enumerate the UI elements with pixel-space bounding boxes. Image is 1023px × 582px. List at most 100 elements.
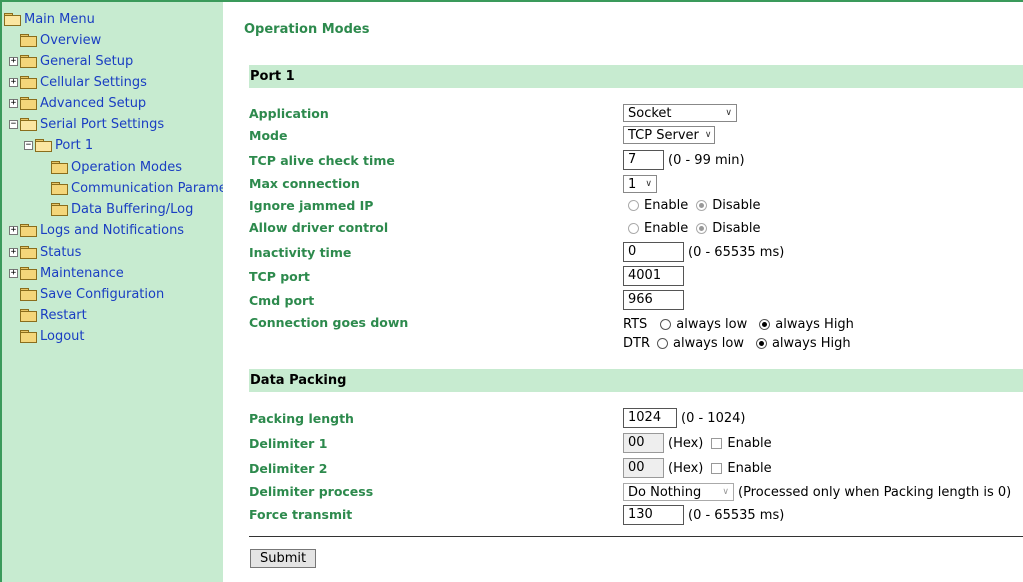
expand-plus-icon[interactable]: + bbox=[9, 98, 18, 108]
delimiter2-enable-checkbox[interactable] bbox=[711, 462, 723, 474]
sidebar-menu: Main Menu Overview + General Setup + Cel… bbox=[0, 2, 223, 582]
sidebar-item-save-configuration[interactable]: Save Configuration bbox=[9, 284, 164, 304]
folder-icon bbox=[20, 288, 37, 301]
folder-open-icon bbox=[4, 13, 21, 26]
sidebar-item-operation-modes[interactable]: Operation Modes bbox=[40, 157, 182, 177]
sidebar-item-main-menu[interactable]: Main Menu bbox=[4, 9, 95, 29]
cmd-port-label: Cmd port bbox=[249, 293, 315, 308]
chevron-down-icon: ∨ bbox=[725, 108, 732, 118]
max-connection-value: 1 bbox=[628, 176, 637, 192]
dtr-high-radio[interactable] bbox=[755, 338, 767, 349]
sidebar-item-logout[interactable]: Logout bbox=[9, 326, 85, 346]
folder-icon bbox=[20, 309, 37, 322]
folder-icon bbox=[51, 161, 68, 174]
allow-driver-enable-label: Enable bbox=[644, 221, 689, 236]
sidebar-item-label[interactable]: Logout bbox=[40, 329, 85, 344]
inactivity-hint: (0 - 65535 ms) bbox=[688, 244, 785, 260]
max-connection-label: Max connection bbox=[249, 176, 360, 191]
sidebar-item-label[interactable]: Port 1 bbox=[55, 138, 93, 153]
delimiter2-input[interactable]: 00 bbox=[623, 458, 664, 478]
sidebar-item-restart[interactable]: Restart bbox=[9, 305, 87, 325]
rts-label: RTS bbox=[623, 317, 648, 332]
collapse-minus-icon[interactable]: − bbox=[24, 140, 33, 150]
section-header-port: Port 1 bbox=[249, 65, 1023, 88]
delimiter1-input[interactable]: 00 bbox=[623, 433, 664, 453]
sidebar-item-logs-notifications[interactable]: + Logs and Notifications bbox=[9, 220, 184, 240]
packing-length-input[interactable]: 1024 bbox=[623, 408, 677, 428]
allow-driver-disable-radio[interactable] bbox=[696, 223, 708, 234]
delimiter1-label: Delimiter 1 bbox=[249, 436, 328, 451]
sidebar-item-label[interactable]: Main Menu bbox=[24, 12, 95, 27]
sidebar-item-overview[interactable]: Overview bbox=[9, 30, 101, 50]
dtr-low-radio[interactable] bbox=[656, 338, 668, 349]
rts-low-label: always low bbox=[676, 317, 748, 332]
tcp-port-input[interactable]: 4001 bbox=[623, 266, 684, 286]
expand-plus-icon[interactable]: + bbox=[9, 247, 18, 257]
sidebar-item-label[interactable]: Maintenance bbox=[40, 266, 124, 281]
packing-length-label: Packing length bbox=[249, 411, 354, 426]
sidebar-item-serial-port-settings[interactable]: − Serial Port Settings bbox=[9, 114, 164, 134]
main-content: Operation Modes Port 1 Application Socke… bbox=[223, 2, 1023, 582]
sidebar-item-label[interactable]: Serial Port Settings bbox=[40, 117, 164, 132]
sidebar-item-label[interactable]: General Setup bbox=[40, 54, 133, 69]
force-transmit-hint: (0 - 65535 ms) bbox=[688, 507, 785, 523]
folder-icon bbox=[20, 224, 37, 237]
rts-low-radio[interactable] bbox=[660, 319, 672, 330]
expand-plus-icon[interactable]: + bbox=[9, 225, 18, 235]
application-select[interactable]: Socket ∨ bbox=[623, 104, 737, 122]
sidebar-item-advanced-setup[interactable]: + Advanced Setup bbox=[9, 93, 146, 113]
ignore-jammed-enable-radio[interactable] bbox=[628, 200, 639, 211]
allow-driver-enable-radio[interactable] bbox=[628, 223, 639, 234]
sidebar-item-label[interactable]: Operation Modes bbox=[71, 160, 182, 175]
sidebar-item-status[interactable]: + Status bbox=[9, 242, 81, 262]
sidebar-item-label[interactable]: Cellular Settings bbox=[40, 75, 147, 90]
delimiter-process-select[interactable]: Do Nothing ∨ bbox=[623, 483, 734, 501]
delimiter2-label: Delimiter 2 bbox=[249, 461, 328, 476]
sidebar-item-cellular-settings[interactable]: + Cellular Settings bbox=[9, 72, 147, 92]
inactivity-input[interactable]: 0 bbox=[623, 242, 684, 262]
rts-high-radio[interactable] bbox=[759, 319, 771, 330]
collapse-minus-icon[interactable]: − bbox=[9, 119, 18, 129]
sidebar-item-port1[interactable]: − Port 1 bbox=[24, 135, 93, 155]
rts-row: RTS always low always High bbox=[623, 317, 854, 332]
mode-label: Mode bbox=[249, 128, 288, 143]
delimiter-process-value: Do Nothing bbox=[628, 484, 702, 500]
mode-select[interactable]: TCP Server ∨ bbox=[623, 126, 715, 144]
sidebar-item-data-buffering[interactable]: Data Buffering/Log bbox=[40, 199, 193, 219]
folder-icon bbox=[20, 267, 37, 280]
sidebar-item-general-setup[interactable]: + General Setup bbox=[9, 51, 133, 71]
sidebar-item-label[interactable]: Advanced Setup bbox=[40, 96, 146, 111]
sidebar-item-label[interactable]: Status bbox=[40, 245, 81, 260]
mode-value: TCP Server bbox=[628, 127, 699, 143]
form-divider bbox=[249, 536, 1023, 537]
sidebar-item-label[interactable]: Restart bbox=[40, 308, 87, 323]
delimiter2-hex-label: (Hex) bbox=[668, 460, 704, 476]
application-label: Application bbox=[249, 106, 329, 121]
ignore-jammed-disable-radio[interactable] bbox=[696, 200, 708, 211]
dtr-row: DTR always low always High bbox=[623, 336, 851, 351]
sidebar-item-label[interactable]: Data Buffering/Log bbox=[71, 202, 193, 217]
expand-plus-icon[interactable]: + bbox=[9, 56, 18, 66]
submit-button[interactable]: Submit bbox=[250, 549, 317, 568]
tcp-alive-hint: (0 - 99 min) bbox=[668, 152, 745, 168]
expand-plus-icon[interactable]: + bbox=[9, 77, 18, 87]
sidebar-item-label[interactable]: Communication Parameters bbox=[71, 181, 223, 196]
delimiter1-enable-label: Enable bbox=[727, 435, 772, 451]
delimiter1-enable-checkbox[interactable] bbox=[711, 437, 723, 449]
delimiter-process-hint: (Processed only when Packing length is 0… bbox=[738, 484, 1012, 500]
dtr-label: DTR bbox=[623, 336, 650, 351]
application-value: Socket bbox=[628, 105, 672, 121]
tcp-alive-label: TCP alive check time bbox=[249, 153, 395, 168]
folder-icon bbox=[20, 246, 37, 259]
expand-plus-icon[interactable]: + bbox=[9, 268, 18, 278]
cmd-port-input[interactable]: 966 bbox=[623, 290, 684, 310]
tcp-alive-input[interactable]: 7 bbox=[623, 150, 664, 170]
sidebar-item-maintenance[interactable]: + Maintenance bbox=[9, 263, 124, 283]
sidebar-item-communication-parameters[interactable]: Communication Parameters bbox=[40, 178, 223, 198]
sidebar-item-label[interactable]: Save Configuration bbox=[40, 287, 164, 302]
sidebar-item-label[interactable]: Overview bbox=[40, 33, 101, 48]
max-connection-select[interactable]: 1 ∨ bbox=[623, 175, 657, 193]
force-transmit-input[interactable]: 130 bbox=[623, 505, 684, 525]
delimiter2-enable-label: Enable bbox=[727, 460, 772, 476]
sidebar-item-label[interactable]: Logs and Notifications bbox=[40, 223, 184, 238]
